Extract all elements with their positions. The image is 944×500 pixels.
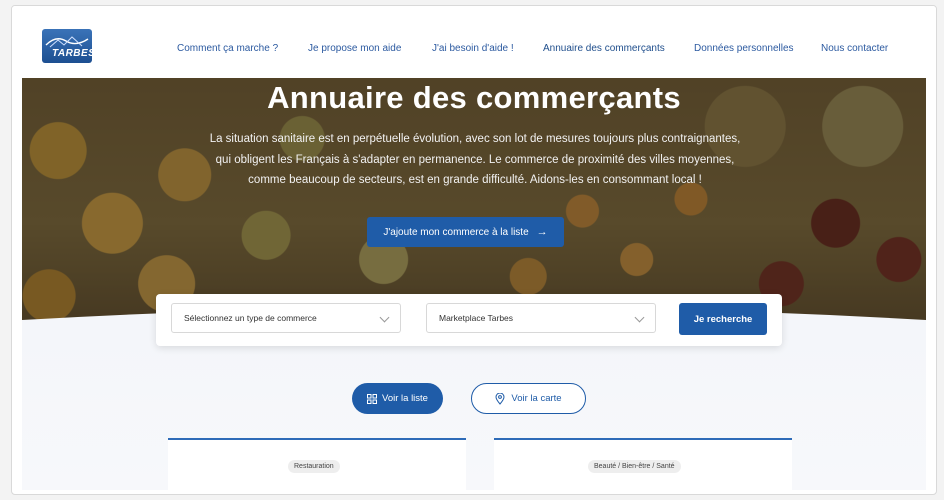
nav-nous-contacter[interactable]: Nous contacter	[821, 43, 888, 54]
nav-donnees-personnelles[interactable]: Données personnelles	[694, 43, 794, 54]
chevron-down-icon	[379, 312, 390, 323]
main-nav: Comment ça marche ? Je propose mon aide …	[12, 43, 936, 59]
view-map-label: Voir la carte	[511, 393, 562, 404]
category-badge: Restauration	[288, 460, 340, 473]
business-type-value: Sélectionnez un type de commerce	[184, 313, 317, 323]
view-map-button[interactable]: Voir la carte	[471, 383, 586, 414]
search-panel: Sélectionnez un type de commerce Marketp…	[156, 294, 782, 346]
site-header: TARBES Comment ça marche ? Je propose mo…	[12, 6, 936, 84]
marketplace-select[interactable]: Marketplace Tarbes	[426, 303, 656, 333]
category-badge: Beauté / Bien-être / Santé	[588, 460, 681, 473]
add-business-button[interactable]: J'ajoute mon commerce à la liste →	[367, 217, 564, 247]
nav-comment-ca-marche[interactable]: Comment ça marche ?	[177, 43, 278, 54]
location-pin-icon	[495, 392, 505, 405]
nav-annuaire-des-commercants[interactable]: Annuaire des commerçants	[543, 43, 665, 54]
marketplace-value: Marketplace Tarbes	[439, 313, 514, 323]
hero: Annuaire des commerçants La situation sa…	[22, 78, 926, 320]
business-card[interactable]: Beauté / Bien-être / Santé	[494, 438, 792, 490]
view-list-label: Voir la liste	[382, 393, 428, 404]
view-list-button[interactable]: Voir la liste	[352, 383, 443, 414]
business-card[interactable]: Restauration	[168, 438, 466, 490]
add-business-label: J'ajoute mon commerce à la liste	[383, 226, 529, 238]
page-title: Annuaire des commerçants	[267, 80, 681, 115]
nav-j-ai-besoin-d-aide[interactable]: J'ai besoin d'aide !	[432, 43, 514, 54]
hero-description: La situation sanitaire est en perpétuell…	[209, 133, 741, 186]
chevron-down-icon	[634, 312, 645, 323]
arrow-right-icon: →	[536, 226, 548, 238]
grid-icon	[367, 393, 378, 404]
search-button[interactable]: Je recherche	[679, 303, 767, 335]
business-type-select[interactable]: Sélectionnez un type de commerce	[171, 303, 401, 333]
nav-je-propose-mon-aide[interactable]: Je propose mon aide	[308, 43, 401, 54]
